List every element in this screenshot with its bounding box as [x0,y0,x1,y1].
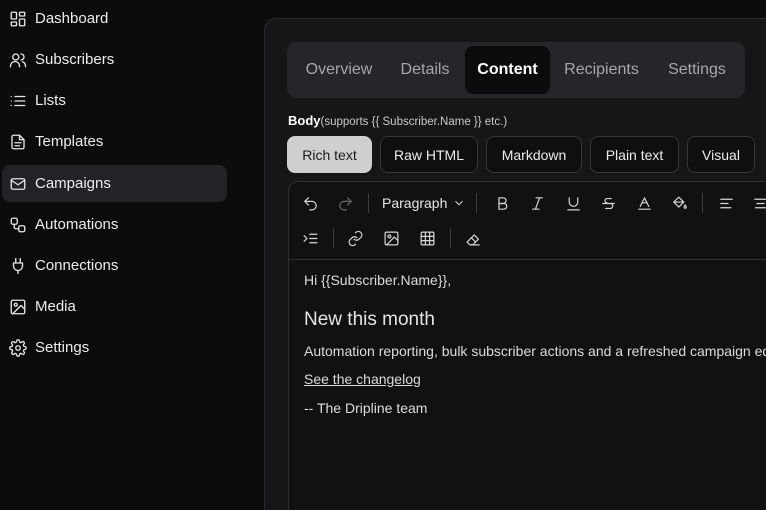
sidebar-item-dashboard[interactable]: Dashboard [2,0,227,37]
format-raw-html-button[interactable]: Raw HTML [380,136,478,173]
image-icon [384,231,398,245]
body-label: Body(supports {{ Subscriber.Name }} etc.… [288,113,507,128]
sidebar-item-label: Subscribers [35,51,115,68]
clear-formatting-button[interactable] [462,227,484,249]
table-icon [420,231,434,245]
underline-button[interactable] [562,192,584,214]
align-center-icon [753,198,766,208]
italic-button[interactable] [526,192,548,214]
content-signoff: -- The Dripline team [304,400,428,416]
tab-bar: Overview Details Content Recipients Sett… [287,42,745,98]
sidebar-item-label: Lists [35,92,66,109]
insert-image-button[interactable] [380,227,402,249]
sidebar-item-label: Dashboard [35,10,109,27]
list-icon [8,91,28,111]
align-left-icon [719,198,733,208]
rich-text-editor[interactable]: Paragraph Hi {{Subscriber.Name}}, New th… [288,181,766,510]
format-visual-button[interactable]: Visual [687,136,755,173]
sidebar-item-settings[interactable]: Settings [2,329,227,366]
underline-icon [566,196,580,210]
sidebar-item-media[interactable]: Media [2,288,227,325]
insert-table-button[interactable] [416,227,438,249]
highlight-button[interactable] [668,192,690,214]
toolbar-divider [333,228,334,248]
dashboard-icon [8,9,28,29]
undo-icon [303,196,317,210]
italic-icon [531,196,543,210]
workflow-icon [8,215,28,235]
content-paragraph: Automation reporting, bulk subscriber ac… [304,343,766,359]
sidebar-item-lists[interactable]: Lists [2,82,227,119]
text-color-button[interactable] [633,192,655,214]
format-plain-text-button[interactable]: Plain text [590,136,679,173]
content-greeting: Hi {{Subscriber.Name}}, [304,272,452,288]
toolbar-divider [476,193,477,213]
bold-button[interactable] [491,192,513,214]
sidebar-item-label: Media [35,298,76,315]
sidebar-item-label: Templates [35,133,104,150]
file-icon [8,132,28,152]
image-icon [8,297,28,317]
chevron-down-icon [455,200,464,206]
sidebar-item-label: Campaigns [35,175,111,192]
body-label-text: Body [288,113,321,128]
tab-settings[interactable]: Settings [653,46,741,94]
bold-icon [497,196,507,210]
sidebar-item-templates[interactable]: Templates [2,123,227,160]
redo-button[interactable] [334,192,356,214]
plug-icon [8,256,28,276]
link-icon [348,230,362,246]
sidebar-item-label: Connections [35,257,119,274]
strikethrough-icon [601,197,615,209]
redo-icon [338,196,352,210]
paint-bucket-icon [672,196,687,209]
toolbar-divider [702,193,703,213]
strikethrough-button[interactable] [597,192,619,214]
format-markdown-button[interactable]: Markdown [486,136,582,173]
block-type-select[interactable]: Paragraph [382,193,466,213]
sidebar-item-connections[interactable]: Connections [2,247,227,284]
toolbar-divider [368,193,369,213]
undo-button[interactable] [299,192,321,214]
sidebar: Dashboard Subscribers Lists Templates Ca… [0,0,232,510]
sidebar-item-campaigns[interactable]: Campaigns [2,165,227,202]
sidebar-item-automations[interactable]: Automations [2,206,227,243]
tab-overview[interactable]: Overview [293,46,385,94]
tab-content[interactable]: Content [465,46,550,94]
tab-recipients[interactable]: Recipients [554,46,649,94]
content-heading: New this month [304,309,435,330]
changelog-link[interactable]: See the changelog [304,371,421,387]
users-icon [8,50,28,70]
eraser-icon [466,233,480,245]
block-type-label: Paragraph [382,195,448,211]
align-center-button[interactable] [749,192,766,214]
mail-icon [8,174,28,194]
tab-details[interactable]: Details [387,46,463,94]
text-color-icon [637,196,651,210]
align-left-button[interactable] [715,192,737,214]
sidebar-item-label: Automations [35,216,119,233]
sidebar-item-subscribers[interactable]: Subscribers [2,41,227,78]
sidebar-item-label: Settings [35,339,90,356]
link-button[interactable] [344,227,366,249]
indent-button[interactable] [299,227,321,249]
toolbar-divider [450,228,451,248]
editor-toolbar-border [289,259,766,260]
body-hint: (supports {{ Subscriber.Name }} etc.) [320,116,508,128]
indent-icon [303,233,317,243]
format-rich-text-button[interactable]: Rich text [287,136,372,173]
gear-icon [8,338,28,358]
